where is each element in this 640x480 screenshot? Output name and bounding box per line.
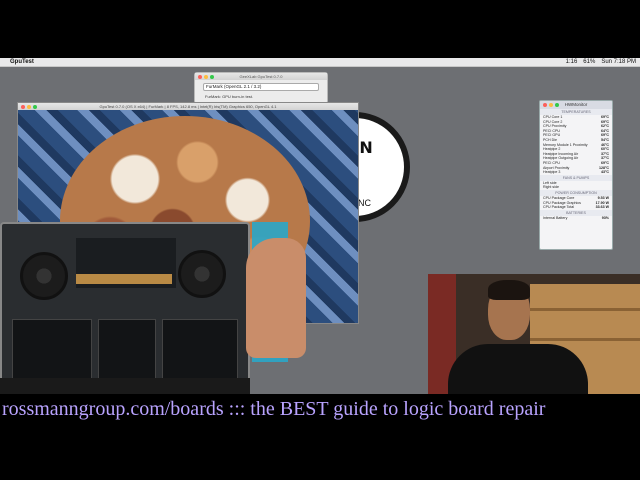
battery-row: Internal Battery 93% [540,216,612,221]
status-item-time-remaining[interactable]: 1:16 [566,58,578,67]
furmark-title: GpuTest 0.7.0 (OS X x64) | FurMark | 8 F… [99,104,277,109]
menu-bar: GpuTest 1:16 61% Sun 7:18 PM [0,58,640,67]
zoom-button[interactable] [555,102,559,107]
logic-board-photo [0,222,250,394]
url-banner: rossmanngroup.com/boards ::: the BEST gu… [0,394,640,424]
webcam-inset [428,274,640,394]
test-select[interactable]: FurMark (OpenGL 2.1 / 3.2) [203,83,319,91]
status-item-battery[interactable]: 61% [583,58,595,67]
app-menu-name[interactable]: GpuTest [10,58,34,67]
fan-name: Right side [543,185,559,190]
status-items: 1:16 61% Sun 7:18 PM [566,58,636,67]
left-fan [20,252,68,300]
sensor-value: 43°C [600,170,609,175]
minimize-button[interactable] [549,102,553,107]
right-fan [178,250,226,298]
status-item-clock[interactable]: Sun 7:18 PM [601,58,636,67]
technician-hand [246,238,306,358]
close-button[interactable] [198,74,202,79]
sensor-name: Heatpipe 3 [543,170,561,175]
laptop-keyboard [0,378,250,394]
minimize-button[interactable] [204,74,208,79]
launcher-titlebar[interactable]: GeeXLab GpuTest 0.7.0 [195,73,327,80]
launcher-title: GeeXLab GpuTest 0.7.0 [239,74,283,79]
test-description: FurMark: GPU burn-in test. [205,94,254,99]
window-controls [198,74,214,79]
window-controls [21,104,37,109]
zoom-button[interactable] [33,104,37,109]
battery-name: Internal Battery [543,215,568,220]
battery-value: 93% [601,215,609,220]
power-value: 33.63 W [595,205,609,210]
zoom-button[interactable] [210,74,214,79]
power-name: CPU Package Total [543,205,575,210]
furmark-titlebar[interactable]: GpuTest 0.7.0 (OS X x64) | FurMark | 8 F… [18,103,358,110]
temperatures-list: CPU Core 1 69°C CPU Core 2 69°C CPU Proxim… [540,115,612,175]
close-button[interactable] [543,102,547,107]
close-button[interactable] [21,104,25,109]
battery-cell [162,319,238,385]
hwmonitor-titlebar[interactable]: HWMonitor [540,101,612,109]
logo-subtext: NC [358,198,371,208]
gputest-launcher-window: GeeXLab GpuTest 0.7.0 FurMark (OpenGL 2.… [194,72,328,104]
presenter-hair [488,280,530,300]
hwmonitor-window: HWMonitor TEMPERATURES CPU Core 1 69°C CP… [539,100,613,250]
cam-shelf-board [530,308,640,311]
presenter-shirt [448,344,588,394]
minimize-button[interactable] [27,104,31,109]
battery-cell [12,319,92,385]
window-controls [543,102,559,107]
battery-cell [98,319,156,385]
hwmonitor-title: HWMonitor [564,102,588,107]
heatsink [76,274,172,284]
cam-shelf-board [530,338,640,341]
